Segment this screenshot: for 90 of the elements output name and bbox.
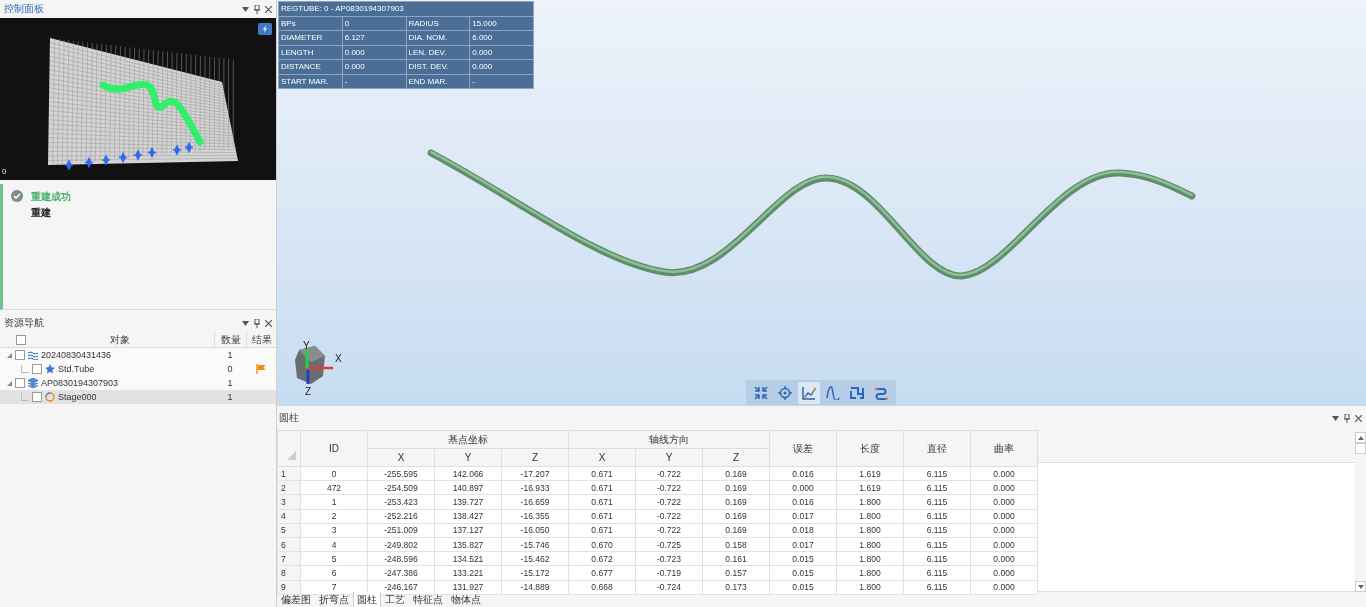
info-value: 6.000 [469,30,534,45]
column-header[interactable]: ID [300,430,368,467]
scroll-up-button[interactable] [1355,432,1366,443]
tree-item-label[interactable]: AP0830194307903 [41,378,119,388]
step-icon [850,385,864,400]
info-label: DIA. NOM. [406,30,470,45]
scroll-down-button[interactable] [1355,581,1366,592]
info-label: DISTANCE [278,59,343,74]
info-label: LEN. DEV. [406,45,470,60]
checkbox[interactable] [15,350,25,360]
column-header[interactable]: 直径 [903,430,971,467]
tab[interactable]: 偏差图 [277,592,315,607]
info-label: LENGTH [278,45,343,60]
axis-label: X [335,353,342,364]
star-icon [45,364,55,374]
info-label: RADIUS [406,16,470,31]
check-circle-icon [11,190,23,202]
wave-icon [826,385,840,400]
select-all-checkbox[interactable] [16,334,26,345]
column-header[interactable]: 长度 [836,430,904,467]
tab[interactable]: 特征点 [409,592,447,607]
close-icon[interactable] [265,5,272,13]
pin-icon[interactable] [1344,413,1350,423]
info-value: - [342,74,406,89]
info-value: 15.000 [469,16,534,31]
expanded-icon[interactable] [7,380,12,386]
info-value: 6.127 [342,30,406,45]
tree-connector-icon [21,365,29,373]
expanded-icon[interactable] [7,352,12,358]
info-label: DIAMETER [278,30,343,45]
target-icon [778,385,792,400]
column-group-header: 基点坐标 [367,430,569,449]
count-cell-text: 1 [226,377,234,390]
info-title: REGTUBE: 0 - AP0830194307903 [278,1,534,16]
tree-item-label[interactable]: 20240830431436 [41,350,112,360]
info-value: 0 [342,16,406,31]
info-label: DIST. DEV. [406,59,470,74]
flash-icon [262,25,268,33]
axis-label: Z [305,386,312,396]
dropdown-icon[interactable] [242,320,249,326]
checkbox[interactable] [15,378,25,388]
tab[interactable]: 圆柱 [353,592,381,607]
tab[interactable]: 工艺 [381,592,409,607]
column-header[interactable]: 对象 [26,332,214,347]
scroll-thumb[interactable] [1355,443,1366,454]
ring-icon [45,392,55,402]
up-caret-icon [1357,435,1364,440]
pin-icon[interactable] [254,4,260,14]
dropdown-icon[interactable] [242,6,249,12]
s-curve-icon [874,385,888,400]
tree-item-label[interactable]: Stage000 [58,392,97,402]
column-header[interactable]: 误差 [769,430,837,467]
toolbar-button[interactable] [798,381,820,404]
close-icon[interactable] [1355,414,1362,422]
column-header[interactable]: 曲率 [970,430,1038,467]
panel-title: 控制面板 [4,2,44,16]
column-group-header: 轴线方向 [568,430,770,449]
tree-connector-icon [21,393,29,401]
shrink-icon [754,385,768,400]
message-detail: 重建 [31,206,52,220]
count-cell-text: 1 [226,391,234,404]
axis-label: Y [303,340,310,351]
dropdown-icon[interactable] [1332,415,1339,421]
info-value: 0.000 [342,45,406,60]
info-value: - [469,74,534,89]
count-cell-text: 1 [226,349,234,362]
info-value: 0.000 [469,45,534,60]
count-cell-text: 0 [226,363,234,376]
info-label: START MAR. [278,74,343,89]
camera-button[interactable] [258,23,272,35]
info-value: 0.000 [469,59,534,74]
tab[interactable]: 物体点 [447,592,485,607]
tree-item-label[interactable]: Std.Tube [58,364,95,374]
message-title: 重建成功 [31,190,71,204]
waves-icon [28,350,38,360]
line-chart-icon [802,385,816,400]
checkbox[interactable] [32,364,42,374]
close-icon[interactable] [265,319,272,327]
info-label: END MAR. [406,74,470,89]
checkbox[interactable] [32,392,42,402]
preview-label: 0 [2,167,7,176]
scrollbar[interactable] [1355,430,1366,592]
pin-icon[interactable] [254,318,260,328]
down-caret-icon [1357,584,1364,589]
tab[interactable]: 折弯点 [315,592,353,607]
info-value: 0.000 [342,59,406,74]
info-label: BPs [278,16,343,31]
panel-title: 资源导航 [4,316,44,330]
panel-title: 圆柱 [279,411,299,425]
layers-icon [28,378,38,388]
